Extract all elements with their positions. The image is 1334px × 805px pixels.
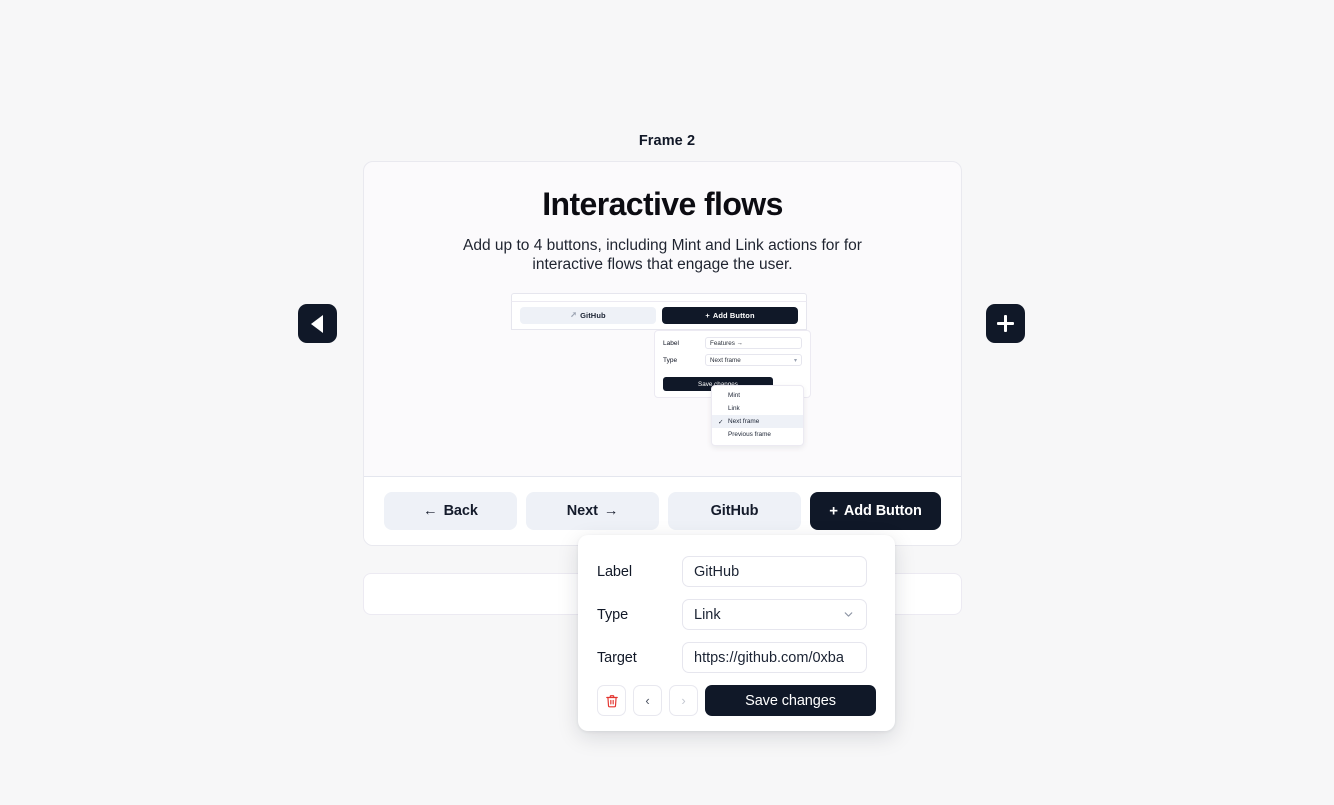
preview-menu-item-link: Link [712,402,803,415]
type-select[interactable]: Link [682,599,867,630]
preview-top-strip [511,293,807,301]
add-frame-button[interactable] [986,304,1025,343]
chevron-left-icon: ‹ [645,693,650,708]
back-button[interactable]: ← Back [384,492,517,530]
editor-label-row: Label GitHub [597,556,876,587]
arrow-right-icon: → [603,503,619,519]
type-field-caption: Type [597,606,629,623]
cursor-icon: ➚ [570,309,578,319]
check-icon: ✓ [718,418,724,426]
preview-type-caption: Type [663,356,678,364]
target-input-value: https://github.com/0xba [694,649,844,666]
frame-card: Interactive flows Add up to 4 buttons, i… [363,161,962,546]
preview-menu-label-2: Next frame [728,418,760,425]
target-field-caption: Target [597,649,637,666]
arrow-left-icon: ← [423,503,438,519]
trash-icon [605,694,618,707]
preview-button-bar: ➚ GitHub + Add Button [511,301,807,330]
editor-type-row: Type Link [597,599,876,630]
save-changes-button[interactable]: Save changes [705,685,876,716]
preview-menu-item-next-frame: ✓ Next frame [712,415,803,428]
label-input-value: GitHub [694,563,740,580]
previous-button-nav[interactable]: ‹ [633,685,662,716]
frame-card-body: Interactive flows Add up to 4 buttons, i… [364,162,961,477]
preview-menu-label-3: Previous frame [728,431,771,438]
frame-title: Frame 2 [638,133,696,149]
chevron-right-icon: › [681,693,686,708]
target-input[interactable]: https://github.com/0xba [682,642,867,673]
preview-type-dropdown-menu: Mint Link ✓ Next frame Previous frame [711,385,804,446]
app-stage: Frame 2 Interactive flows Add up to 4 bu… [0,0,1334,805]
label-field-caption: Label [597,563,632,580]
plus-icon: + [829,502,838,519]
button-editor-panel: Label GitHub Type Link Target https://gi… [578,535,895,731]
preview-label-input: Features → [705,337,802,349]
embedded-preview-image: ➚ GitHub + Add Button Label Features → T… [506,293,811,448]
plus-icon [996,314,1015,333]
editor-action-row: ‹ › Save changes [597,685,876,716]
next-button-label: Next [566,503,598,519]
preview-type-value: Next frame [710,356,741,364]
preview-menu-label-0: Mint [728,392,741,399]
chevron-down-icon [844,612,853,617]
add-button[interactable]: + Add Button [810,492,941,530]
preview-label-row: Label Features → [663,337,802,349]
preview-menu-label-1: Link [728,405,740,412]
chevron-down-icon: ▾ [793,357,797,364]
preview-type-row: Type Next frame ▾ [663,354,802,366]
back-button-label: Back [443,503,478,519]
preview-add-button: + Add Button [662,307,798,324]
triangle-left-icon [310,314,323,333]
page-title: Interactive flows [542,186,783,222]
github-button[interactable]: GitHub [668,492,801,530]
preview-menu-item-mint: Mint [712,389,803,402]
preview-menu-item-previous-frame: Previous frame [712,428,803,441]
github-button-label: GitHub [710,503,759,519]
add-button-label: Add Button [843,503,922,519]
label-input[interactable]: GitHub [682,556,867,587]
preview-github-button: ➚ GitHub [520,307,656,324]
next-button[interactable]: Next → [526,492,659,530]
previous-frame-button[interactable] [298,304,337,343]
plus-icon: + [705,311,710,320]
preview-github-label: GitHub [580,311,606,320]
preview-label-caption: Label [663,339,679,347]
next-button-nav[interactable]: › [669,685,698,716]
editor-target-row: Target https://github.com/0xba [597,642,876,673]
page-subtitle: Add up to 4 buttons, including Mint and … [463,237,862,273]
type-select-value: Link [694,606,721,623]
preview-add-label: Add Button [712,311,755,320]
preview-label-value: Features → [710,339,743,347]
preview-type-select: Next frame ▾ [705,354,802,366]
delete-button[interactable] [597,685,626,716]
